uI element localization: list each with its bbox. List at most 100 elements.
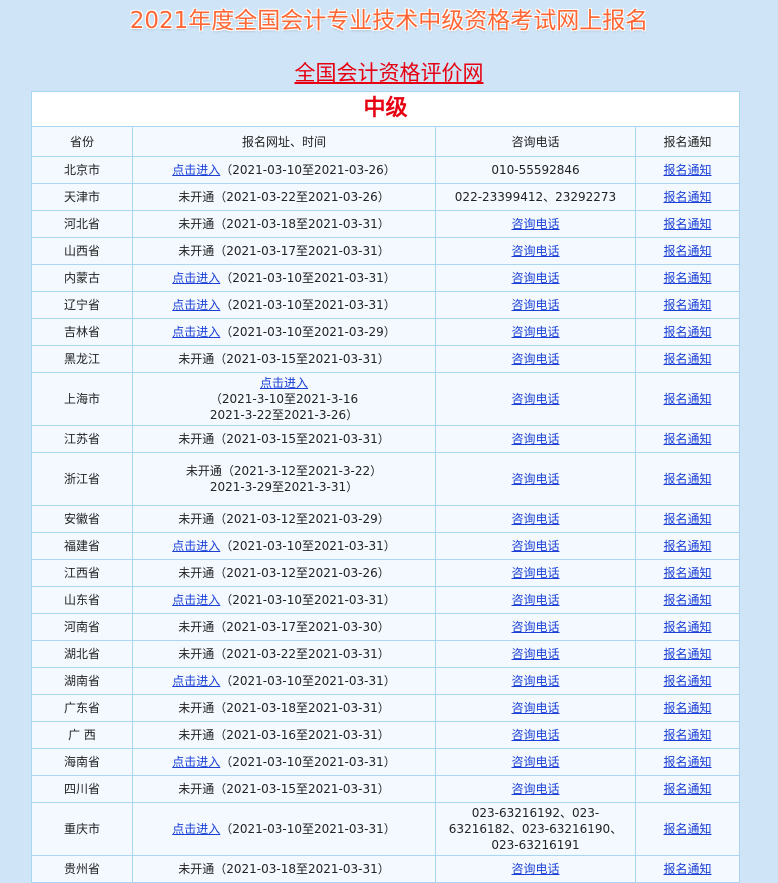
- registration-period-cell: 未开通（2021-03-12至2021-03-29）: [132, 505, 436, 533]
- registration-notice-link[interactable]: 报名通知: [664, 728, 712, 742]
- enter-link[interactable]: 点击进入: [172, 325, 220, 339]
- phone-cell: 023-63216192、023-63216182、023-63216190、0…: [435, 802, 636, 856]
- consult-phone-link[interactable]: 咨询电话: [511, 298, 559, 312]
- not-open-label: 未开通: [178, 432, 215, 446]
- registration-notice-link[interactable]: 报名通知: [664, 566, 712, 580]
- notice-cell: 报名通知: [634, 586, 741, 614]
- registration-notice-link[interactable]: 报名通知: [664, 472, 712, 486]
- registration-notice-link[interactable]: 报名通知: [664, 432, 712, 446]
- phone-cell: 咨询电话: [435, 855, 636, 883]
- registration-notice-link[interactable]: 报名通知: [664, 392, 712, 406]
- province-cell: 内蒙古: [31, 264, 133, 292]
- consult-phone-link[interactable]: 咨询电话: [511, 217, 559, 231]
- registration-notice-link[interactable]: 报名通知: [664, 325, 712, 339]
- registration-dates: （2021-3-10至2021-3-16: [209, 392, 359, 406]
- notice-cell: 报名通知: [634, 613, 741, 641]
- consult-phone-link[interactable]: 咨询电话: [511, 352, 559, 366]
- table-row: 浙江省 未开通（2021-3-12至2021-3-22） 2021-3-29至202…: [31, 452, 741, 506]
- phone-number: 023-63216192、023-63216182、023-63216190、0…: [448, 806, 623, 852]
- registration-notice-link[interactable]: 报名通知: [664, 271, 712, 285]
- registration-notice-link[interactable]: 报名通知: [664, 298, 712, 312]
- table-row: 辽宁省 点击进入（2021-03-10至2021-03-31） 咨询电话 报名通知: [31, 291, 741, 319]
- registration-dates: （2021-03-15至2021-03-31）: [214, 352, 390, 366]
- table-row: 上海市 点击进入 （2021-3-10至2021-3-16 2021-3-22至202…: [31, 372, 741, 426]
- org-site-link[interactable]: 全国会计资格评价网: [0, 58, 778, 88]
- province-cell: 北京市: [31, 156, 133, 184]
- enter-link[interactable]: 点击进入: [172, 271, 220, 285]
- registration-period-cell: 点击进入 （2021-3-10至2021-3-16 2021-3-22至2021-3…: [132, 372, 436, 426]
- consult-phone-link[interactable]: 咨询电话: [511, 512, 559, 526]
- consult-phone-link[interactable]: 咨询电话: [511, 432, 559, 446]
- not-open-label: 未开通: [178, 190, 215, 204]
- enter-link[interactable]: 点击进入: [172, 593, 220, 607]
- registration-notice-link[interactable]: 报名通知: [664, 674, 712, 688]
- registration-dates: （2021-03-18至2021-03-31）: [214, 862, 390, 876]
- consult-phone-link[interactable]: 咨询电话: [511, 472, 559, 486]
- consult-phone-link[interactable]: 咨询电话: [511, 593, 559, 607]
- notice-cell: 报名通知: [634, 505, 741, 533]
- registration-period-cell: 未开通（2021-03-12至2021-03-26）: [132, 559, 436, 587]
- phone-cell: 咨询电话: [435, 210, 636, 238]
- registration-notice-link[interactable]: 报名通知: [664, 352, 712, 366]
- registration-notice-link[interactable]: 报名通知: [664, 163, 712, 177]
- consult-phone-link[interactable]: 咨询电话: [511, 271, 559, 285]
- consult-phone-link[interactable]: 咨询电话: [511, 862, 559, 876]
- enter-link[interactable]: 点击进入: [172, 674, 220, 688]
- consult-phone-link[interactable]: 咨询电话: [511, 755, 559, 769]
- registration-notice-link[interactable]: 报名通知: [664, 755, 712, 769]
- enter-link[interactable]: 点击进入: [172, 163, 220, 177]
- registration-dates: （2021-03-17至2021-03-30）: [214, 620, 390, 634]
- enter-link[interactable]: 点击进入: [135, 375, 433, 391]
- consult-phone-link[interactable]: 咨询电话: [511, 566, 559, 580]
- registration-notice-link[interactable]: 报名通知: [664, 512, 712, 526]
- registration-notice-link[interactable]: 报名通知: [664, 593, 712, 607]
- registration-period-cell: 点击进入（2021-03-10至2021-03-31）: [132, 586, 436, 614]
- registration-period-cell: 未开通（2021-03-15至2021-03-31）: [132, 425, 436, 453]
- consult-phone-link[interactable]: 咨询电话: [511, 620, 559, 634]
- registration-notice-link[interactable]: 报名通知: [664, 782, 712, 796]
- registration-dates: （2021-03-10至2021-03-31）: [220, 593, 396, 607]
- enter-link[interactable]: 点击进入: [172, 822, 220, 836]
- province-cell: 四川省: [31, 775, 133, 803]
- consult-phone-link[interactable]: 咨询电话: [511, 325, 559, 339]
- consult-phone-link[interactable]: 咨询电话: [511, 539, 559, 553]
- table-row: 海南省 点击进入（2021-03-10至2021-03-31） 咨询电话 报名通知: [31, 748, 741, 776]
- enter-link[interactable]: 点击进入: [172, 539, 220, 553]
- registration-notice-link[interactable]: 报名通知: [664, 217, 712, 231]
- not-open-label: 未开通: [178, 620, 215, 634]
- registration-dates: （2021-03-17至2021-03-31）: [214, 244, 390, 258]
- enter-link[interactable]: 点击进入: [172, 298, 220, 312]
- table-row: 内蒙古 点击进入（2021-03-10至2021-03-31） 咨询电话 报名通知: [31, 264, 741, 292]
- registration-notice-link[interactable]: 报名通知: [664, 190, 712, 204]
- header-url-time: 报名网址、时间: [132, 126, 436, 157]
- notice-cell: 报名通知: [634, 264, 741, 292]
- registration-notice-link[interactable]: 报名通知: [664, 862, 712, 876]
- registration-notice-link[interactable]: 报名通知: [664, 822, 712, 836]
- notice-cell: 报名通知: [634, 802, 741, 856]
- province-cell: 广 西: [31, 721, 133, 749]
- consult-phone-link[interactable]: 咨询电话: [511, 701, 559, 715]
- registration-dates: （2021-03-12至2021-03-29）: [214, 512, 390, 526]
- registration-notice-link[interactable]: 报名通知: [664, 620, 712, 634]
- province-cell: 江西省: [31, 559, 133, 587]
- table-row: 重庆市 点击进入（2021-03-10至2021-03-31） 023-632161…: [31, 802, 741, 856]
- not-open-label: 未开通: [178, 862, 215, 876]
- registration-notice-link[interactable]: 报名通知: [664, 539, 712, 553]
- consult-phone-link[interactable]: 咨询电话: [511, 728, 559, 742]
- table-row: 山东省 点击进入（2021-03-10至2021-03-31） 咨询电话 报名通知: [31, 586, 741, 614]
- registration-notice-link[interactable]: 报名通知: [664, 244, 712, 258]
- registration-notice-link[interactable]: 报名通知: [664, 701, 712, 715]
- phone-cell: 咨询电话: [435, 452, 636, 506]
- consult-phone-link[interactable]: 咨询电话: [511, 782, 559, 796]
- registration-period-cell: 未开通（2021-03-18至2021-03-31）: [132, 210, 436, 238]
- phone-cell: 咨询电话: [435, 775, 636, 803]
- consult-phone-link[interactable]: 咨询电话: [511, 392, 559, 406]
- not-open-label: 未开通: [178, 782, 215, 796]
- registration-notice-link[interactable]: 报名通知: [664, 647, 712, 661]
- consult-phone-link[interactable]: 咨询电话: [511, 244, 559, 258]
- notice-cell: 报名通知: [634, 667, 741, 695]
- consult-phone-link[interactable]: 咨询电话: [511, 647, 559, 661]
- consult-phone-link[interactable]: 咨询电话: [511, 674, 559, 688]
- enter-link[interactable]: 点击进入: [172, 755, 220, 769]
- table-row: 北京市 点击进入（2021-03-10至2021-03-26） 010-555928…: [31, 156, 741, 184]
